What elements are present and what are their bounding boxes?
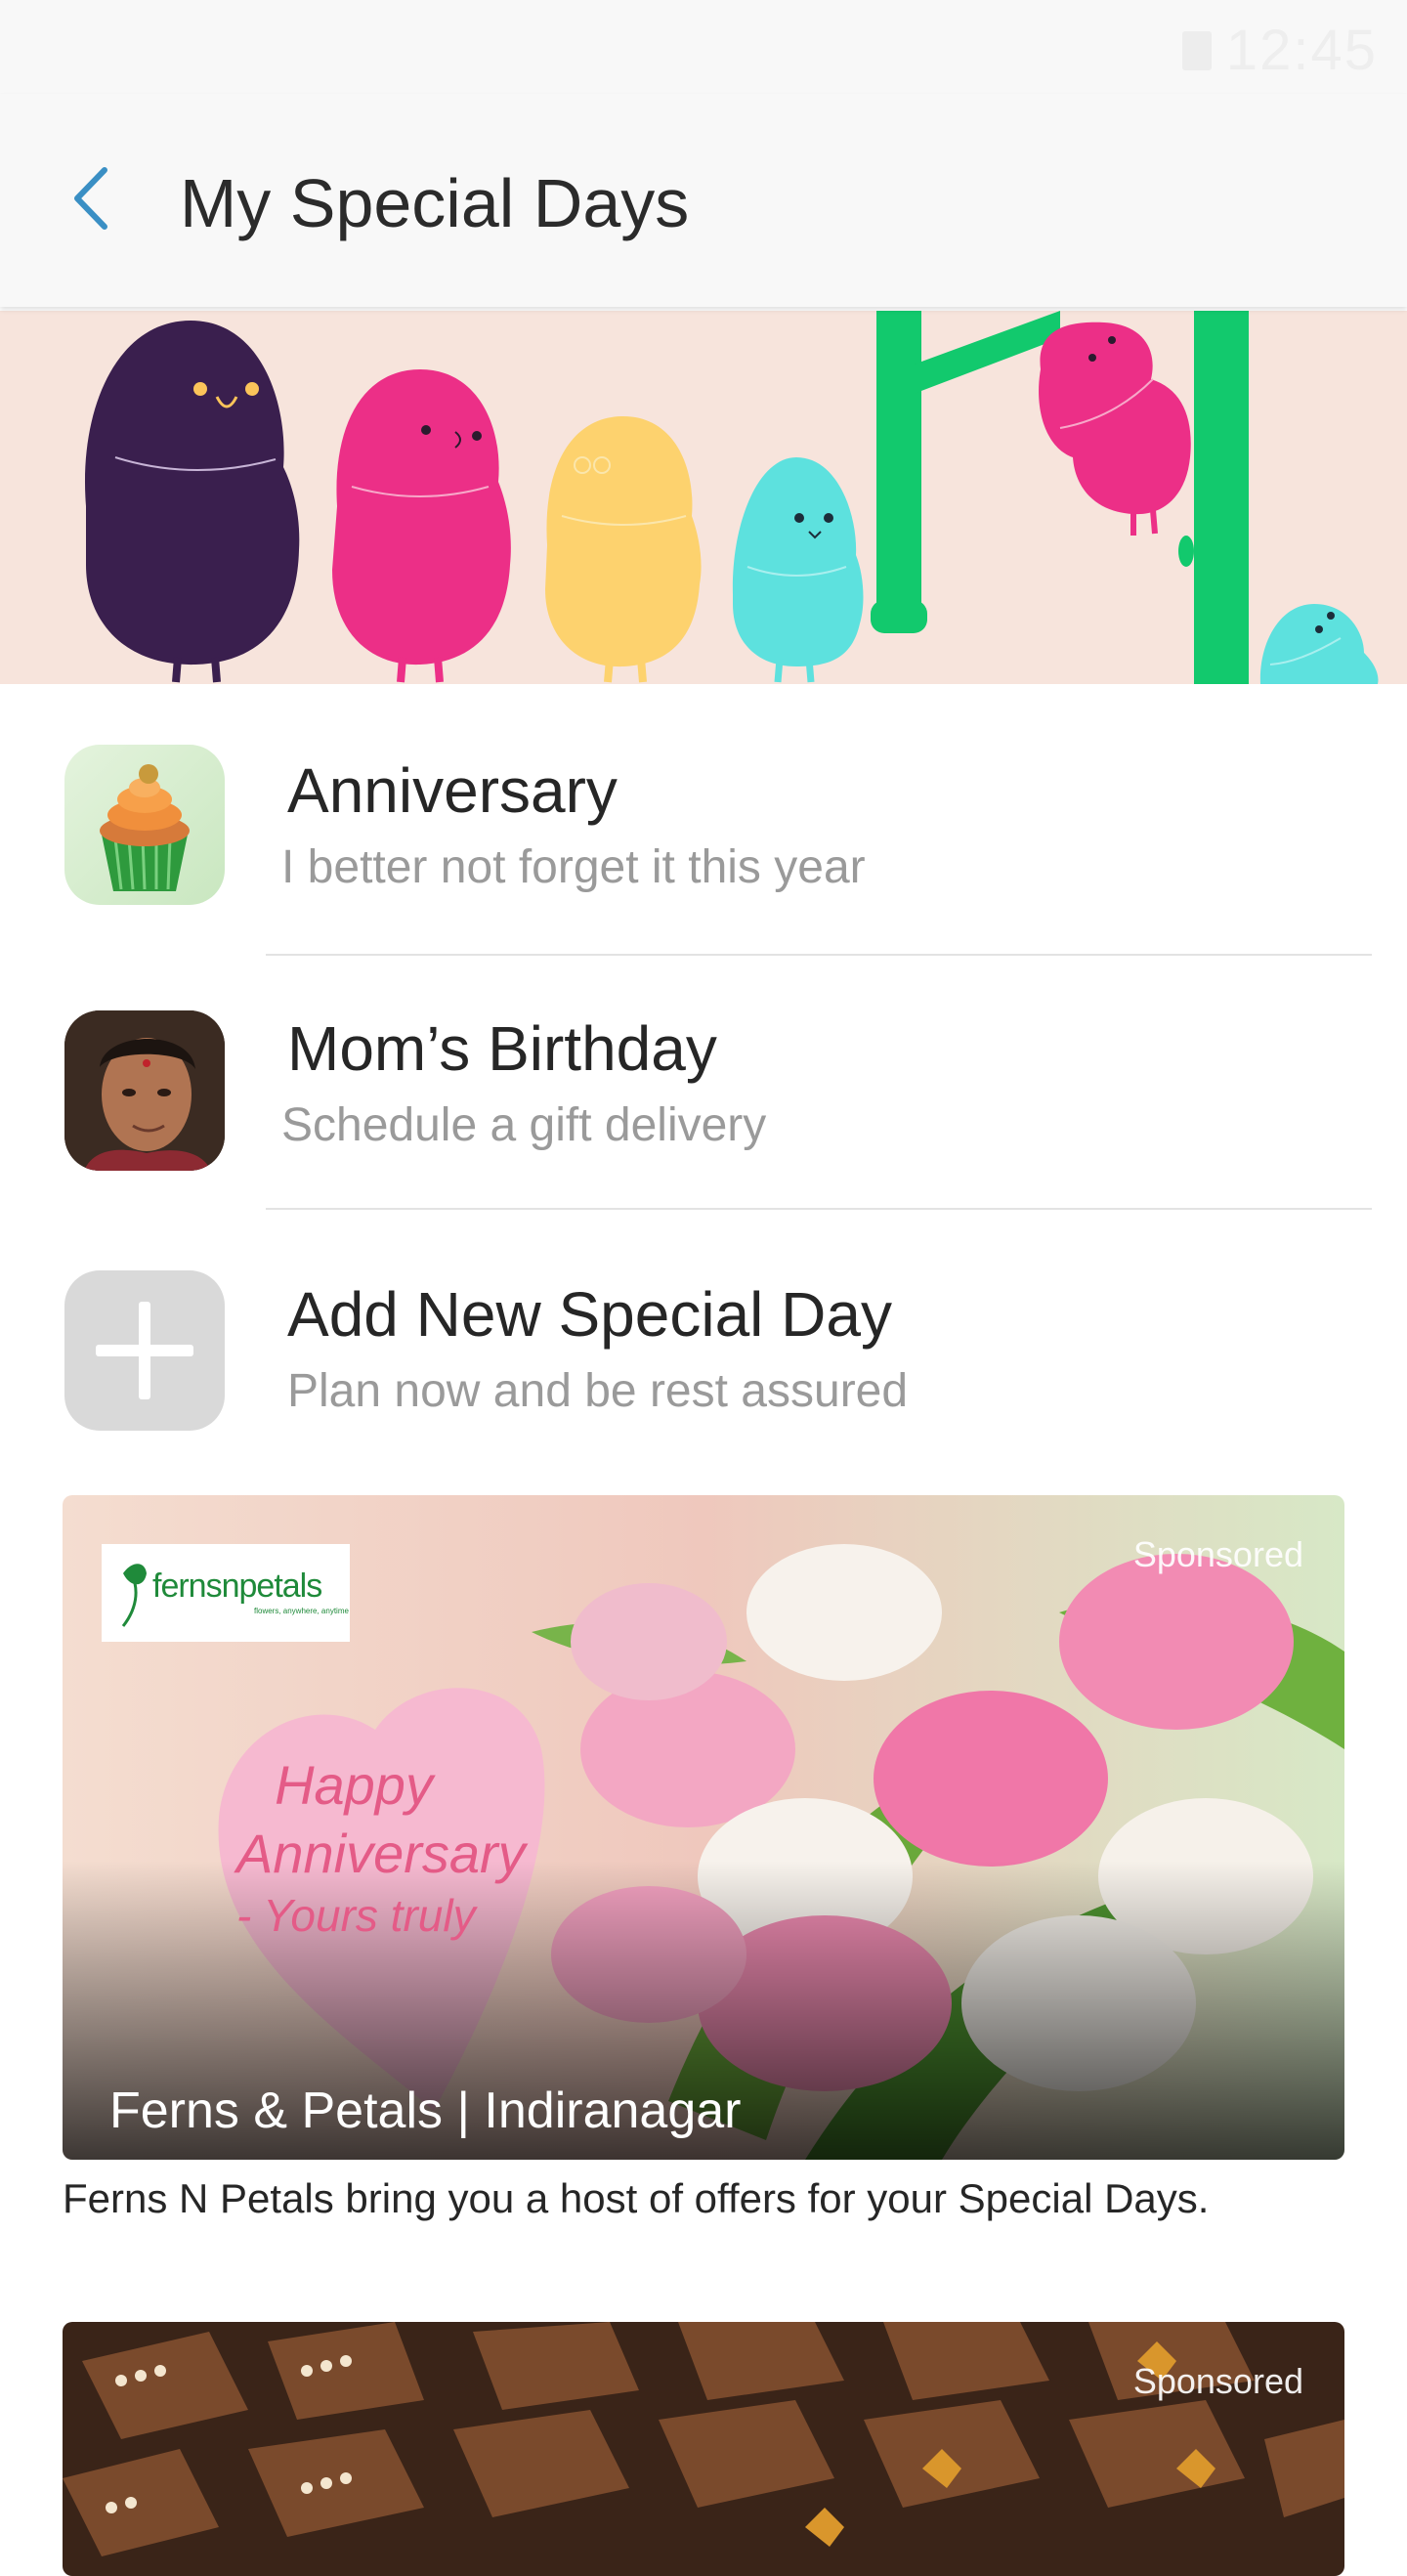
back-button[interactable] [57,154,125,242]
battery-icon [1182,31,1212,70]
chocolates-image [63,2322,1344,2576]
hero-illustration [0,311,1407,684]
ad-caption: Ferns & Petals | Indiranagar [109,2082,742,2139]
chevron-left-icon [74,167,107,230]
divider [266,954,1372,956]
special-day-subtitle: Plan now and be rest assured [287,1365,909,1417]
page-title: My Special Days [180,165,690,241]
sponsored-ad-chocolates[interactable]: Sponsored [63,2322,1344,2576]
ad-description: Ferns N Petals bring you a host of offer… [63,2175,1210,2221]
special-day-title: Add New Special Day [287,1279,892,1350]
heart-message: Happy Anniversary - Yours truly [236,1754,526,1941]
purple-character [84,321,300,683]
special-day-subtitle: Schedule a gift delivery [281,1099,767,1151]
cupcake-icon [64,745,225,905]
app-bar: My Special Days [0,94,1407,307]
ferns-petals-logo: fernsnpetals flowers, anywhere, anytime [102,1544,350,1642]
special-day-moms-birthday[interactable]: Mom’s Birthday Schedule a gift delivery [0,964,1407,1218]
divider [266,1208,1372,1210]
sponsored-label: Sponsored [1132,2361,1303,2401]
special-day-subtitle: I better not forget it this year [281,841,866,893]
plus-icon [64,1270,225,1431]
status-bar: 12:45 [0,0,1407,94]
add-special-day-button[interactable]: Add New Special Day Plan now and be rest… [0,1227,1407,1481]
avatar [64,1010,225,1171]
special-day-anniversary[interactable]: Anniversary I better not forget it this … [0,704,1407,958]
status-time: 12:45 [1225,19,1378,82]
sponsored-label: Sponsored [1132,1534,1303,1574]
sponsored-ad-ferns-petals[interactable]: fernsnpetals flowers, anywhere, anytime … [63,1495,1344,2160]
pink-character [332,369,511,683]
special-day-title: Mom’s Birthday [287,1013,717,1084]
yellow-character [545,416,702,683]
special-day-title: Anniversary [287,755,618,826]
